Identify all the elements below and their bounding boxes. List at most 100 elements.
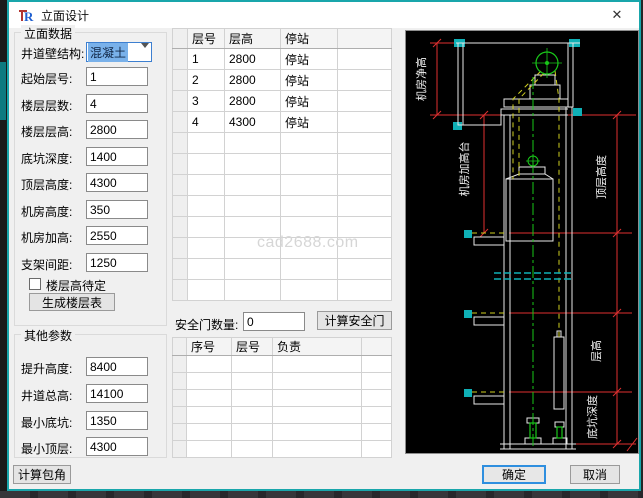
empty-cell[interactable] — [187, 424, 232, 441]
chevron-down-icon[interactable] — [141, 48, 149, 62]
cell-floor-no[interactable]: 4 — [188, 112, 225, 133]
empty-cell[interactable] — [362, 407, 392, 424]
empty-cell[interactable] — [188, 217, 225, 238]
row-selector[interactable] — [173, 259, 188, 280]
empty-cell[interactable] — [188, 259, 225, 280]
row-selector[interactable] — [173, 280, 188, 301]
empty-cell[interactable] — [225, 238, 281, 259]
empty-cell[interactable] — [188, 175, 225, 196]
cell-filler[interactable] — [338, 70, 392, 91]
empty-cell[interactable] — [338, 175, 392, 196]
calc-safety-door-button[interactable]: 计算安全门 — [317, 311, 392, 330]
lifting-height-input[interactable] — [86, 357, 148, 376]
start-floor-input[interactable] — [86, 67, 148, 86]
empty-cell[interactable] — [338, 238, 392, 259]
calc-wrap-angle-button[interactable]: 计算包角 — [13, 465, 71, 484]
empty-row[interactable] — [173, 407, 392, 424]
top-floor-height-input[interactable] — [86, 173, 148, 192]
cell-filler[interactable] — [338, 91, 392, 112]
bracket-spacing-input[interactable] — [86, 253, 148, 272]
empty-cell[interactable] — [225, 280, 281, 301]
empty-cell[interactable] — [362, 356, 392, 373]
min-top-floor-input[interactable] — [86, 437, 148, 456]
floor-row[interactable]: 1 2800 停站 — [173, 49, 392, 70]
floor-row[interactable]: 3 2800 停站 — [173, 91, 392, 112]
empty-row[interactable] — [173, 238, 392, 259]
empty-cell[interactable] — [188, 196, 225, 217]
empty-cell[interactable] — [232, 424, 273, 441]
empty-cell[interactable] — [281, 175, 338, 196]
empty-cell[interactable] — [273, 390, 362, 407]
empty-row[interactable] — [173, 356, 392, 373]
floor-height-pending-checkbox[interactable] — [29, 278, 41, 290]
cancel-button[interactable]: 取消 — [570, 465, 620, 484]
empty-cell[interactable] — [232, 441, 273, 458]
empty-cell[interactable] — [338, 133, 392, 154]
empty-cell[interactable] — [187, 441, 232, 458]
row-selector[interactable] — [173, 356, 187, 373]
empty-cell[interactable] — [225, 196, 281, 217]
empty-cell[interactable] — [225, 154, 281, 175]
row-selector[interactable] — [173, 49, 188, 70]
cell-filler[interactable] — [338, 112, 392, 133]
empty-row[interactable] — [173, 175, 392, 196]
empty-cell[interactable] — [338, 259, 392, 280]
empty-cell[interactable] — [362, 441, 392, 458]
row-selector[interactable] — [173, 91, 188, 112]
empty-cell[interactable] — [187, 407, 232, 424]
empty-cell[interactable] — [281, 133, 338, 154]
empty-row[interactable] — [173, 390, 392, 407]
empty-cell[interactable] — [338, 217, 392, 238]
empty-cell[interactable] — [225, 133, 281, 154]
empty-row[interactable] — [173, 154, 392, 175]
empty-cell[interactable] — [188, 133, 225, 154]
cell-floor-height[interactable]: 2800 — [225, 91, 281, 112]
empty-cell[interactable] — [187, 373, 232, 390]
empty-cell[interactable] — [188, 280, 225, 301]
empty-cell[interactable] — [225, 259, 281, 280]
empty-row[interactable] — [173, 280, 392, 301]
row-selector[interactable] — [173, 133, 188, 154]
floor-row[interactable]: 4 4300 停站 — [173, 112, 392, 133]
row-selector[interactable] — [173, 112, 188, 133]
empty-row[interactable] — [173, 217, 392, 238]
empty-cell[interactable] — [188, 154, 225, 175]
empty-cell[interactable] — [273, 373, 362, 390]
floor-height-input[interactable] — [86, 120, 148, 139]
cell-floor-no[interactable]: 2 — [188, 70, 225, 91]
cell-floor-height[interactable]: 4300 — [225, 112, 281, 133]
floor-row[interactable]: 2 2800 停站 — [173, 70, 392, 91]
cell-floor-no[interactable]: 3 — [188, 91, 225, 112]
empty-row[interactable] — [173, 259, 392, 280]
empty-row[interactable] — [173, 196, 392, 217]
titlebar[interactable]: R 立面设计 ✕ — [9, 2, 639, 28]
empty-cell[interactable] — [281, 217, 338, 238]
pit-depth-input[interactable] — [86, 147, 148, 166]
shaft-wall-combo[interactable]: 混凝土 — [86, 42, 152, 62]
empty-cell[interactable] — [225, 217, 281, 238]
empty-cell[interactable] — [187, 390, 232, 407]
row-selector[interactable] — [173, 217, 188, 238]
empty-row[interactable] — [173, 133, 392, 154]
empty-cell[interactable] — [273, 424, 362, 441]
machine-room-height-input[interactable] — [86, 200, 148, 219]
row-selector[interactable] — [173, 196, 188, 217]
empty-cell[interactable] — [232, 373, 273, 390]
empty-cell[interactable] — [338, 280, 392, 301]
empty-cell[interactable] — [281, 154, 338, 175]
empty-row[interactable] — [173, 441, 392, 458]
empty-cell[interactable] — [273, 407, 362, 424]
cell-stop[interactable]: 停站 — [281, 91, 338, 112]
empty-cell[interactable] — [273, 441, 362, 458]
empty-cell[interactable] — [273, 356, 362, 373]
row-selector[interactable] — [173, 441, 187, 458]
total-shaft-height-input[interactable] — [86, 384, 148, 403]
empty-cell[interactable] — [232, 407, 273, 424]
cell-stop[interactable]: 停站 — [281, 112, 338, 133]
row-selector[interactable] — [173, 154, 188, 175]
row-selector[interactable] — [173, 390, 187, 407]
cell-filler[interactable] — [338, 49, 392, 70]
row-selector[interactable] — [173, 70, 188, 91]
empty-cell[interactable] — [362, 424, 392, 441]
empty-row[interactable] — [173, 373, 392, 390]
